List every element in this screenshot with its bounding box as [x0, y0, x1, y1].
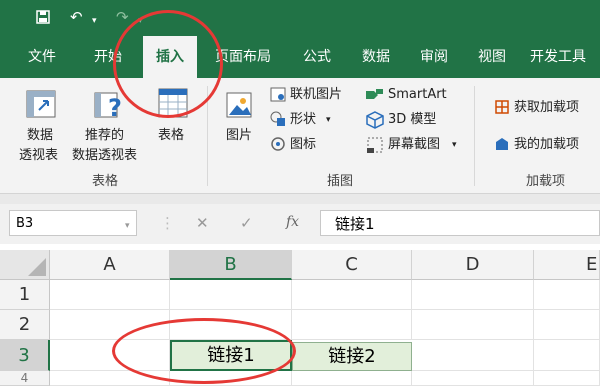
shapes-label[interactable]: 形状	[290, 112, 316, 128]
worksheet-grid: A B C D E 1 2 3 4 链接1 链接2	[0, 250, 600, 386]
cell-e1[interactable]	[534, 280, 600, 310]
screenshot-label[interactable]: 屏幕截图	[388, 137, 440, 153]
tab-file[interactable]: 文件	[22, 36, 62, 78]
cell-d1[interactable]	[412, 280, 534, 310]
select-all-corner[interactable]	[0, 250, 50, 280]
row-header-3[interactable]: 3	[0, 340, 50, 371]
cell-c3[interactable]: 链接2	[292, 342, 412, 371]
shapes-icon[interactable]	[270, 111, 286, 127]
cell-c4[interactable]	[292, 371, 412, 386]
icons-label[interactable]: 图标	[290, 137, 316, 153]
cell-d2[interactable]	[412, 310, 534, 340]
column-header-e[interactable]: E	[534, 250, 600, 280]
table-label[interactable]: 表格	[158, 128, 184, 144]
tab-developer[interactable]: 开发工具	[530, 36, 600, 78]
name-box-dropdown-icon[interactable]: ▾	[125, 217, 130, 235]
undo-icon[interactable]: ↶	[70, 8, 83, 26]
column-header-c[interactable]: C	[292, 250, 412, 280]
my-addins-icon[interactable]	[494, 136, 510, 152]
tab-formulas[interactable]: 公式	[297, 36, 337, 78]
group-separator	[474, 86, 475, 186]
picture-label[interactable]: 图片	[226, 128, 252, 144]
screenshot-icon[interactable]	[366, 136, 384, 154]
cell-e4[interactable]	[534, 371, 600, 386]
pivot-table-icon[interactable]	[26, 90, 56, 118]
tab-data[interactable]: 数据	[356, 36, 396, 78]
pivot-table-label2[interactable]: 透视表	[19, 148, 58, 164]
pivot-table-label1[interactable]: 数据	[27, 128, 53, 144]
recommended-pivot-label2[interactable]: 数据透视表	[72, 148, 137, 164]
excel-window: ↶ ▾ ↷ ▾ 文件 开始 插入 页面布局 公式 数据 审阅 视图 开发工具 数…	[0, 0, 600, 386]
row-header-1[interactable]: 1	[0, 280, 50, 310]
cell-b1[interactable]	[170, 280, 292, 310]
tables-group-label: 表格	[92, 174, 119, 189]
online-pictures-icon[interactable]	[270, 87, 286, 103]
annotation-circle-insert-tab	[113, 10, 223, 118]
recommended-pivot-label1[interactable]: 推荐的	[85, 128, 124, 144]
smartart-icon[interactable]	[364, 87, 384, 103]
svg-text:?: ?	[108, 94, 122, 120]
formula-bar: B3 ▾ ⋮ ✕ ✓ fx 链接1	[0, 204, 600, 244]
save-icon[interactable]	[36, 10, 50, 24]
recommended-pivot-icon[interactable]: ?	[94, 90, 126, 120]
formula-bar-splitter[interactable]: ⋮	[160, 214, 175, 232]
3d-model-label[interactable]: 3D 模型	[388, 112, 436, 128]
cell-e3[interactable]	[534, 340, 600, 371]
addins-group-label: 加载项	[526, 174, 566, 189]
select-all-triangle-icon	[28, 258, 46, 276]
picture-icon[interactable]	[226, 90, 256, 120]
icons-icon[interactable]	[270, 136, 286, 152]
enter-icon[interactable]: ✓	[240, 214, 253, 232]
column-header-a[interactable]: A	[50, 250, 170, 280]
online-pictures-label[interactable]: 联机图片	[290, 87, 342, 103]
name-box[interactable]: B3	[9, 210, 137, 236]
title-bar: ↶ ▾ ↷ ▾	[0, 0, 600, 36]
ribbon-tabs: 文件 开始 插入 页面布局 公式 数据 审阅 视图 开发工具	[0, 36, 600, 78]
redo-icon[interactable]: ↷	[116, 8, 129, 26]
formula-input[interactable]: 链接1	[320, 210, 600, 236]
ribbon-insert: 数据 透视表 ? 推荐的 数据透视表 表格 表格 图片 联机图片 形状 ▾ 图标…	[0, 78, 600, 194]
cell-e2[interactable]	[534, 310, 600, 340]
row-header-2[interactable]: 2	[0, 310, 50, 340]
cell-c2[interactable]	[292, 310, 412, 340]
cell-c1[interactable]	[292, 280, 412, 310]
cell-a1[interactable]	[50, 280, 170, 310]
tab-view[interactable]: 视图	[472, 36, 512, 78]
illustrations-group-label: 插图	[327, 174, 354, 189]
smartart-label[interactable]: SmartArt	[388, 87, 447, 103]
3d-model-icon[interactable]	[366, 111, 384, 129]
cancel-icon[interactable]: ✕	[196, 214, 209, 232]
shapes-dropdown-icon[interactable]: ▾	[326, 112, 331, 128]
my-addins-label[interactable]: 我的加载项	[514, 137, 579, 153]
annotation-circle-cell-b3	[112, 318, 296, 384]
ribbon-gap	[0, 194, 600, 204]
cell-d3[interactable]	[412, 340, 534, 371]
screenshot-dropdown-icon[interactable]: ▾	[452, 137, 457, 153]
get-addins-label[interactable]: 获取加载项	[514, 100, 579, 116]
get-addins-icon[interactable]	[494, 99, 510, 115]
cell-d4[interactable]	[412, 371, 534, 386]
column-header-b[interactable]: B	[170, 250, 292, 280]
row-header-4[interactable]: 4	[0, 371, 50, 386]
column-header-d[interactable]: D	[412, 250, 534, 280]
undo-dropdown-icon[interactable]: ▾	[92, 12, 97, 30]
tab-review[interactable]: 审阅	[414, 36, 454, 78]
insert-function-icon[interactable]: fx	[286, 214, 299, 230]
